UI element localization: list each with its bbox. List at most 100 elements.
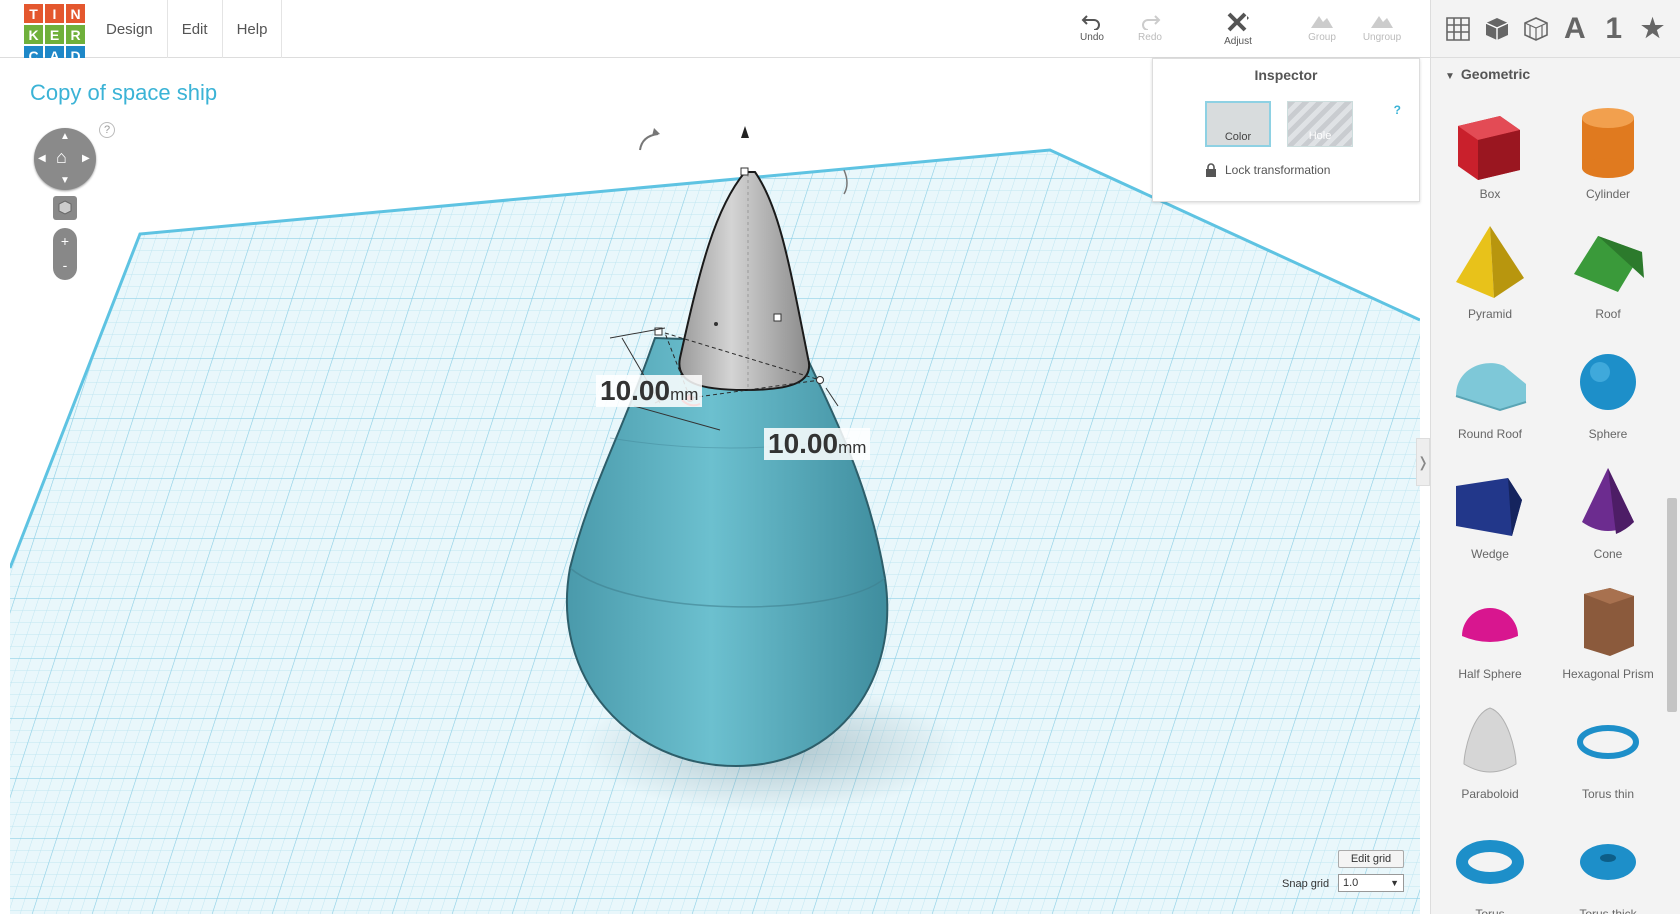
paraboloid-icon [1448, 696, 1532, 791]
torus-thick-icon [1566, 816, 1650, 911]
zoom-in-button[interactable]: + [53, 228, 77, 254]
shape-label: Roof [1595, 307, 1621, 321]
shape-torus-thin[interactable]: Torus thin [1549, 696, 1667, 816]
torus-thin-icon [1566, 696, 1650, 791]
shape-box[interactable]: Box [1431, 96, 1549, 216]
menu-edit[interactable]: Edit [168, 0, 223, 58]
shape-pyramid[interactable]: Pyramid [1431, 216, 1549, 336]
library-category-bar: A 1 ★ [1431, 0, 1680, 58]
half-sphere-icon [1448, 576, 1532, 671]
wedge-icon [1448, 456, 1532, 551]
shape-round-roof[interactable]: Round Roof [1431, 336, 1549, 456]
shape-roof[interactable]: Roof [1549, 216, 1667, 336]
lock-transformation-toggle[interactable]: Lock transformation [1205, 163, 1330, 177]
adjust-button[interactable]: Adjust [1206, 8, 1270, 54]
group-label: Group [1308, 32, 1336, 43]
shape-label: Torus thick [1579, 907, 1637, 914]
color-swatch[interactable]: Color [1205, 101, 1271, 147]
shape-cylinder[interactable]: Cylinder [1549, 96, 1667, 216]
lock-icon [1206, 163, 1216, 177]
category-geometric-header[interactable]: ▼ Geometric [1445, 66, 1530, 82]
shape-sphere[interactable]: Sphere [1549, 336, 1667, 456]
shape-library-panel: A 1 ★ ▼ Geometric Box Cylinder Pyramid Roof R… [1430, 0, 1680, 914]
sphere-icon [1566, 336, 1650, 431]
shape-label: Wedge [1471, 547, 1509, 561]
zoom-out-button[interactable]: - [53, 254, 77, 280]
text-shapes-icon[interactable]: A [1558, 12, 1592, 46]
workplane-icon[interactable] [1441, 12, 1475, 46]
shape-wedge[interactable]: Wedge [1431, 456, 1549, 576]
edit-grid-button[interactable]: Edit grid [1338, 850, 1404, 868]
torus-icon [1448, 816, 1532, 911]
main-menu: Design Edit Help [92, 0, 283, 58]
nav-down-icon[interactable]: ▼ [60, 175, 70, 186]
lock-label: Lock transformation [1225, 163, 1331, 177]
undo-button[interactable]: Undo [1060, 8, 1124, 54]
shape-label: Torus [1475, 907, 1505, 914]
shape-cone[interactable]: Cone [1549, 456, 1667, 576]
view-cube-button[interactable] [53, 196, 77, 220]
logo-letter: T [24, 4, 43, 23]
redo-icon [1142, 15, 1161, 30]
dimension-unit: mm [838, 438, 867, 457]
shape-half-sphere[interactable]: Half Sphere [1431, 576, 1549, 696]
dimension-label-width[interactable]: 10.00mm [764, 428, 871, 460]
shape-label: Round Roof [1457, 427, 1523, 441]
home-icon[interactable]: ⌂ [56, 147, 67, 168]
hole-swatch[interactable]: Hole [1287, 101, 1353, 147]
shape-label: Box [1479, 187, 1501, 201]
snap-grid-value: 1.0 [1343, 877, 1359, 889]
dimension-value: 10.00 [600, 375, 671, 406]
shape-label: Sphere [1588, 427, 1628, 441]
caret-down-icon: ▼ [1445, 71, 1455, 82]
dimension-unit: mm [670, 385, 699, 404]
shape-label: Half Sphere [1458, 667, 1522, 681]
adjust-icon [1227, 12, 1249, 32]
view-nav-pad[interactable]: ▲ ▼ ◀ ▶ ⌂ [34, 128, 96, 190]
panel-collapse-button[interactable]: ❭ [1416, 438, 1430, 486]
logo-letter: K [24, 25, 43, 44]
basic-shapes-icon[interactable] [1480, 12, 1514, 46]
shape-hexagonal-prism[interactable]: Hexagonal Prism [1549, 576, 1667, 696]
nav-left-icon[interactable]: ◀ [38, 153, 46, 164]
inspector-title: Inspector [1254, 67, 1318, 83]
inspector-help-button[interactable]: ? [1394, 103, 1401, 117]
zoom-control: + - [53, 228, 77, 280]
dimension-label-depth[interactable]: 10.00mm [596, 375, 703, 407]
cone-icon [1566, 456, 1650, 551]
redo-button[interactable]: Redo [1118, 8, 1182, 54]
shape-paraboloid[interactable]: Paraboloid [1431, 696, 1549, 816]
round-roof-icon [1448, 336, 1532, 431]
top-bar: TINKERCAD Design Edit Help Undo Redo Adj… [0, 0, 1430, 65]
logo-letter: N [66, 4, 85, 23]
number-shapes-icon[interactable]: 1 [1597, 12, 1631, 46]
shape-torus-thick[interactable]: Torus thick [1549, 816, 1667, 914]
cylinder-icon [1566, 96, 1650, 191]
library-scrollbar[interactable] [1666, 58, 1678, 914]
nav-right-icon[interactable]: ▶ [82, 153, 90, 164]
undo-label: Undo [1080, 32, 1104, 43]
snap-grid-select[interactable]: 1.0 ▼ [1338, 874, 1404, 892]
menu-design[interactable]: Design [92, 0, 168, 58]
undo-icon [1081, 15, 1100, 30]
tinkercad-logo[interactable]: TINKERCAD [24, 4, 86, 65]
inspector-panel: Inspector Color Hole ? Lock transformati… [1152, 58, 1420, 202]
group-icon [1311, 16, 1333, 28]
ungroup-button[interactable]: Ungroup [1350, 8, 1414, 54]
favorites-star-icon[interactable]: ★ [1636, 12, 1670, 46]
nav-help-button[interactable]: ? [99, 122, 115, 138]
nav-up-icon[interactable]: ▲ [60, 131, 70, 142]
pyramid-icon [1448, 216, 1532, 311]
library-scrollbar-thumb[interactable] [1667, 498, 1677, 712]
components-icon[interactable] [1519, 12, 1553, 46]
category-label: Geometric [1460, 66, 1531, 82]
design-title[interactable]: Copy of space ship [30, 80, 217, 106]
dimension-value: 10.00 [768, 428, 839, 459]
dropdown-arrow-icon: ▼ [1390, 878, 1399, 888]
shape-torus[interactable]: Torus [1431, 816, 1549, 914]
group-button[interactable]: Group [1290, 8, 1354, 54]
shape-label: Pyramid [1467, 307, 1512, 321]
logo-letter: E [45, 25, 64, 44]
menu-help[interactable]: Help [223, 0, 283, 58]
box-icon [1448, 96, 1532, 191]
